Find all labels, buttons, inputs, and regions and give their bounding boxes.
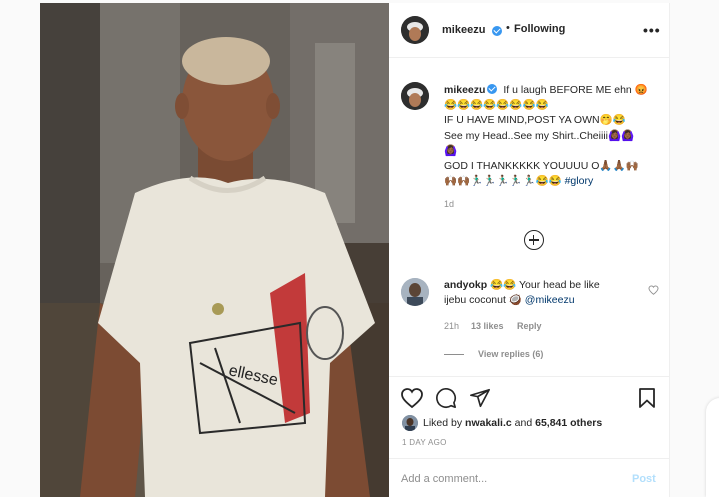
following-button[interactable]: Following xyxy=(514,23,565,35)
post-comment-button[interactable]: Post xyxy=(632,473,656,485)
ellipsis-icon[interactable]: ••• xyxy=(643,22,661,38)
load-more-comments-icon[interactable] xyxy=(524,230,544,250)
caption-hashtag[interactable]: #glory xyxy=(565,175,594,187)
liked-by-avatar[interactable] xyxy=(402,415,418,431)
comment-timestamp: 21h xyxy=(444,321,460,331)
commenter-username[interactable]: andyokp xyxy=(444,279,487,291)
commenter-avatar[interactable] xyxy=(401,278,429,306)
author-avatar[interactable] xyxy=(401,16,429,44)
comment-body-2: ijebu coconut 🥥 xyxy=(444,294,522,307)
comment-bubble-icon[interactable] xyxy=(435,387,457,409)
caption-username[interactable]: mikeezu xyxy=(444,84,485,96)
post-caption: mikeezu If u laugh BEFORE ME ehn 😡 😂😂😂😂😂… xyxy=(444,83,666,189)
caption-author-avatar[interactable] xyxy=(401,82,429,110)
caption-line-5: 🙆🏾‍♀️ xyxy=(444,144,458,157)
verified-badge-icon xyxy=(487,84,498,94)
likes-summary: Liked by nwakali.c and 65,841 others xyxy=(423,417,602,429)
comment-likes-count[interactable]: 13 likes xyxy=(471,321,504,331)
verified-badge-icon xyxy=(492,26,502,36)
author-username[interactable]: mikeezu xyxy=(442,24,485,36)
liked-by-user[interactable]: nwakali.c xyxy=(465,417,512,429)
comment-text: andyokp 😂😂 Your head be like ijebu cocon… xyxy=(444,278,644,308)
caption-line-6: GOD I THANKKKKK YOUUUU O🙏🏾🙏🏾🙌🏾 xyxy=(444,160,639,173)
side-panel-edge xyxy=(706,398,719,497)
liked-by-and: and xyxy=(514,417,533,429)
caption-line-7: 🙌🏾🙌🏾🏃🏽‍♂️🏃🏽‍♂️🏃🏽‍♂️🏃🏽‍♂️🏃🏽‍♂️😂😂 xyxy=(444,175,562,188)
comment-body-1: Your head be like xyxy=(519,279,600,291)
view-replies-button[interactable]: View replies (6) xyxy=(478,349,543,359)
instagram-post-screenshot: ellesse mikeezu • Following ••• mikeezu … xyxy=(0,0,719,497)
comment-emoji: 😂😂 xyxy=(490,279,517,291)
add-comment-bar: Post xyxy=(389,458,670,497)
caption-timestamp: 1d xyxy=(444,199,455,209)
caption-line-3: IF U HAVE MIND,POST YA OWN🤭😂 xyxy=(444,114,626,127)
caption-line-1: If u laugh BEFORE ME ehn 😡 xyxy=(503,84,648,96)
header-separator: • xyxy=(506,22,510,34)
comment-reply-button[interactable]: Reply xyxy=(517,321,542,331)
post-details-panel: mikeezu • Following ••• mikeezu If u lau… xyxy=(389,3,670,497)
liked-by-prefix: Liked by xyxy=(423,417,463,429)
comment-input[interactable] xyxy=(401,471,621,487)
comment-like-heart-icon[interactable] xyxy=(648,285,659,295)
caption-line-2: 😂😂😂😂😂😂😂😂 xyxy=(444,99,549,112)
post-date: 1 DAY AGO xyxy=(402,438,447,447)
post-actions-bar xyxy=(389,376,670,446)
save-bookmark-icon[interactable] xyxy=(638,387,656,409)
post-photo[interactable]: ellesse xyxy=(40,3,389,497)
liked-by-others[interactable]: 65,841 others xyxy=(535,417,602,429)
caption-line-4: See my Head..See my Shirt..Cheiiii🙆🏾‍♀️🙆… xyxy=(444,129,635,142)
comment-mention[interactable]: @mikeezu xyxy=(525,294,575,306)
replies-divider xyxy=(444,354,464,355)
share-paper-plane-icon[interactable] xyxy=(469,387,491,409)
post-header: mikeezu • Following ••• xyxy=(389,3,670,58)
photo-illustration: ellesse xyxy=(40,3,389,497)
like-heart-icon[interactable] xyxy=(400,387,424,409)
